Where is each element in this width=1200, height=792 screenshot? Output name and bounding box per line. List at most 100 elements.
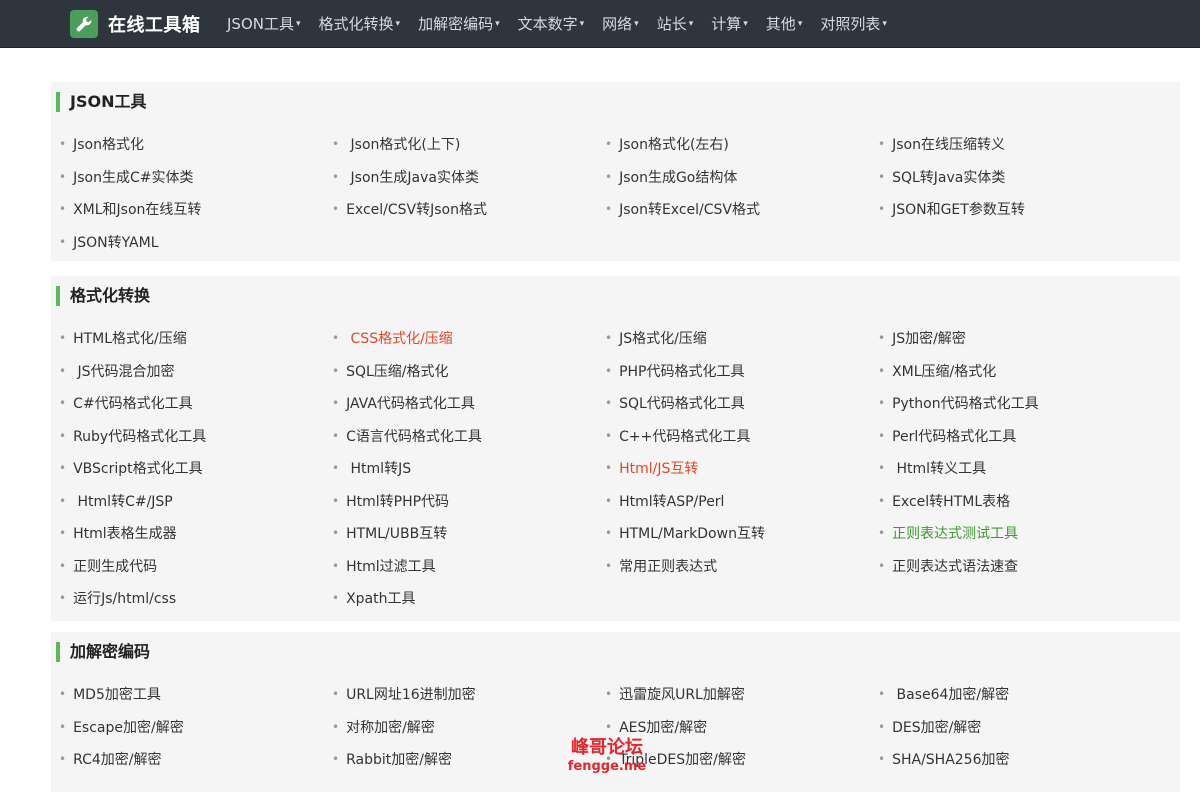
tool-link[interactable]: • C++代码格式化工具 <box>605 420 878 453</box>
section-title: JSON工具 <box>56 92 146 112</box>
tool-link[interactable]: • JS加密/解密 <box>878 322 1151 355</box>
bullet-icon: • <box>59 169 67 184</box>
tool-link[interactable]: • SQL转Java实体类 <box>878 161 1151 194</box>
tool-link-label: XML和Json在线互转 <box>73 202 202 219</box>
tool-link[interactable]: • Base64加密/解密 <box>878 678 1151 711</box>
tool-link[interactable]: • SQL代码格式化工具 <box>605 387 878 420</box>
bullet-icon: • <box>59 428 67 443</box>
nav-item-crypto[interactable]: 加解密编码 ▾ <box>409 0 509 47</box>
tool-link[interactable]: • RC4加密/解密 <box>59 743 332 776</box>
tool-link[interactable]: • Json格式化 <box>59 128 332 161</box>
tool-link[interactable]: • Json生成C#实体类 <box>59 161 332 194</box>
tool-link[interactable]: • DES加密/解密 <box>878 711 1151 744</box>
bullet-icon: • <box>59 202 67 217</box>
tool-link[interactable]: • MD5加密工具 <box>59 678 332 711</box>
tool-link[interactable]: • PHP代码格式化工具 <box>605 355 878 388</box>
tool-link-label: JS格式化/压缩 <box>619 331 707 348</box>
tool-link[interactable]: • XML压缩/格式化 <box>878 355 1151 388</box>
tool-link[interactable]: • Excel转HTML表格 <box>878 485 1151 518</box>
tool-link[interactable]: • C#代码格式化工具 <box>59 387 332 420</box>
tool-link[interactable]: • Python代码格式化工具 <box>878 387 1151 420</box>
tool-link-label: Xpath工具 <box>346 591 416 608</box>
tool-link[interactable]: • JSON转YAML <box>59 226 332 259</box>
tool-link-label: 常用正则表达式 <box>619 558 718 575</box>
tool-link[interactable]: • 正则表达式测试工具 <box>878 517 1151 550</box>
nav-label: 文本数字 <box>517 15 578 33</box>
tool-link[interactable]: • VBScript格式化工具 <box>59 452 332 485</box>
nav-label: 对照列表 <box>820 15 881 33</box>
bullet-icon: • <box>332 558 340 573</box>
bullet-icon: • <box>878 493 886 508</box>
tool-link-label: HTML格式化/压缩 <box>73 331 187 348</box>
tool-link-label: JAVA代码格式化工具 <box>346 396 475 413</box>
tool-link-label: PHP代码格式化工具 <box>619 363 745 380</box>
nav-item-webmaster[interactable]: 站长 ▾ <box>648 0 703 47</box>
nav-item-calc[interactable]: 计算 ▾ <box>702 0 757 47</box>
tool-link[interactable]: • JS格式化/压缩 <box>605 322 878 355</box>
tool-link[interactable]: • Json生成Java实体类 <box>332 161 605 194</box>
tool-link-label: Json格式化(左右) <box>619 137 729 154</box>
bullet-icon: • <box>332 461 340 476</box>
tool-link[interactable]: • Json转Excel/CSV格式 <box>605 193 878 226</box>
tool-link-label: Perl代码格式化工具 <box>892 428 1017 445</box>
nav-item-text[interactable]: 文本数字 ▾ <box>509 0 594 47</box>
tool-link[interactable]: • Html表格生成器 <box>59 517 332 550</box>
tool-link[interactable]: • Json生成Go结构体 <box>605 161 878 194</box>
bullet-icon: • <box>59 137 67 152</box>
nav-menu: JSON工具 ▾ 格式化转换 ▾ 加解密编码 ▾ 文本数字 ▾ 网络 ▾ 站长 ▾ 计算 ▾ … <box>218 0 896 47</box>
tool-link[interactable]: • XML和Json在线互转 <box>59 193 332 226</box>
tool-link[interactable]: • HTML/UBB互转 <box>332 517 605 550</box>
tool-link[interactable]: • Escape加密/解密 <box>59 711 332 744</box>
tool-link[interactable]: • Html转JS <box>332 452 605 485</box>
nav-item-other[interactable]: 其他 ▾ <box>757 0 812 47</box>
nav-item-network[interactable]: 网络 ▾ <box>593 0 648 47</box>
tool-link[interactable]: • Json在线压缩转义 <box>878 128 1151 161</box>
tool-link[interactable]: • CSS格式化/压缩 <box>332 322 605 355</box>
link-grid: • HTML格式化/压缩 • CSS格式化/压缩 • JS格式化/压缩 • JS加密/解密 •… <box>51 322 1180 615</box>
tool-link[interactable]: • 常用正则表达式 <box>605 550 878 583</box>
bullet-icon: • <box>878 202 886 217</box>
tool-link[interactable]: • HTML格式化/压缩 <box>59 322 332 355</box>
bullet-icon: • <box>332 169 340 184</box>
tool-link[interactable]: • Html转PHP代码 <box>332 485 605 518</box>
tool-link[interactable]: • Html转ASP/Perl <box>605 485 878 518</box>
wrench-icon <box>70 9 98 38</box>
nav-item-reference[interactable]: 对照列表 ▾ <box>811 0 896 47</box>
tool-link[interactable]: • 正则表达式语法速查 <box>878 550 1151 583</box>
brand-link[interactable]: 在线工具箱 <box>70 9 201 38</box>
tool-link[interactable]: • 运行Js/html/css <box>59 582 332 615</box>
top-navbar: 在线工具箱 JSON工具 ▾ 格式化转换 ▾ 加解密编码 ▾ 文本数字 ▾ 网络 ▾ 站长… <box>0 0 1200 48</box>
tool-link-label: Html转义工具 <box>892 461 987 478</box>
tool-link-label: Html过滤工具 <box>346 558 436 575</box>
tool-link[interactable]: • Json格式化(上下) <box>332 128 605 161</box>
nav-label: JSON工具 <box>227 15 294 33</box>
tool-link[interactable]: • URL网址16进制加密 <box>332 678 605 711</box>
tool-link[interactable]: • Html转义工具 <box>878 452 1151 485</box>
bullet-icon: • <box>605 202 613 217</box>
nav-item-format[interactable]: 格式化转换 ▾ <box>310 0 410 47</box>
tool-link[interactable]: • SQL压缩/格式化 <box>332 355 605 388</box>
nav-label: 加解密编码 <box>418 15 494 33</box>
section-title: 加解密编码 <box>56 642 150 662</box>
tool-link-label: URL网址16进制加密 <box>346 687 476 704</box>
tool-link[interactable]: • Json格式化(左右) <box>605 128 878 161</box>
tool-link[interactable]: • C语言代码格式化工具 <box>332 420 605 453</box>
tool-link[interactable]: • 迅雷旋风URL加解密 <box>605 678 878 711</box>
nav-item-json[interactable]: JSON工具 ▾ <box>218 0 310 47</box>
tool-link-label: Html转PHP代码 <box>346 493 450 510</box>
tool-link[interactable]: • JAVA代码格式化工具 <box>332 387 605 420</box>
tool-link[interactable]: • Ruby代码格式化工具 <box>59 420 332 453</box>
tool-link[interactable]: • Perl代码格式化工具 <box>878 420 1151 453</box>
tool-link[interactable]: • HTML/MarkDown互转 <box>605 517 878 550</box>
tool-link[interactable]: • Xpath工具 <box>332 582 605 615</box>
caret-down-icon: ▾ <box>579 18 585 29</box>
tool-link[interactable]: • 正则生成代码 <box>59 550 332 583</box>
tool-link[interactable]: • JS代码混合加密 <box>59 355 332 388</box>
tool-link[interactable]: • Html转C#/JSP <box>59 485 332 518</box>
bullet-icon: • <box>605 493 613 508</box>
tool-link[interactable]: • Html/JS互转 <box>605 452 878 485</box>
tool-link[interactable]: • Excel/CSV转Json格式 <box>332 193 605 226</box>
tool-link[interactable]: • SHA/SHA256加密 <box>878 743 1151 776</box>
tool-link[interactable]: • JSON和GET参数互转 <box>878 193 1151 226</box>
tool-link[interactable]: • Html过滤工具 <box>332 550 605 583</box>
